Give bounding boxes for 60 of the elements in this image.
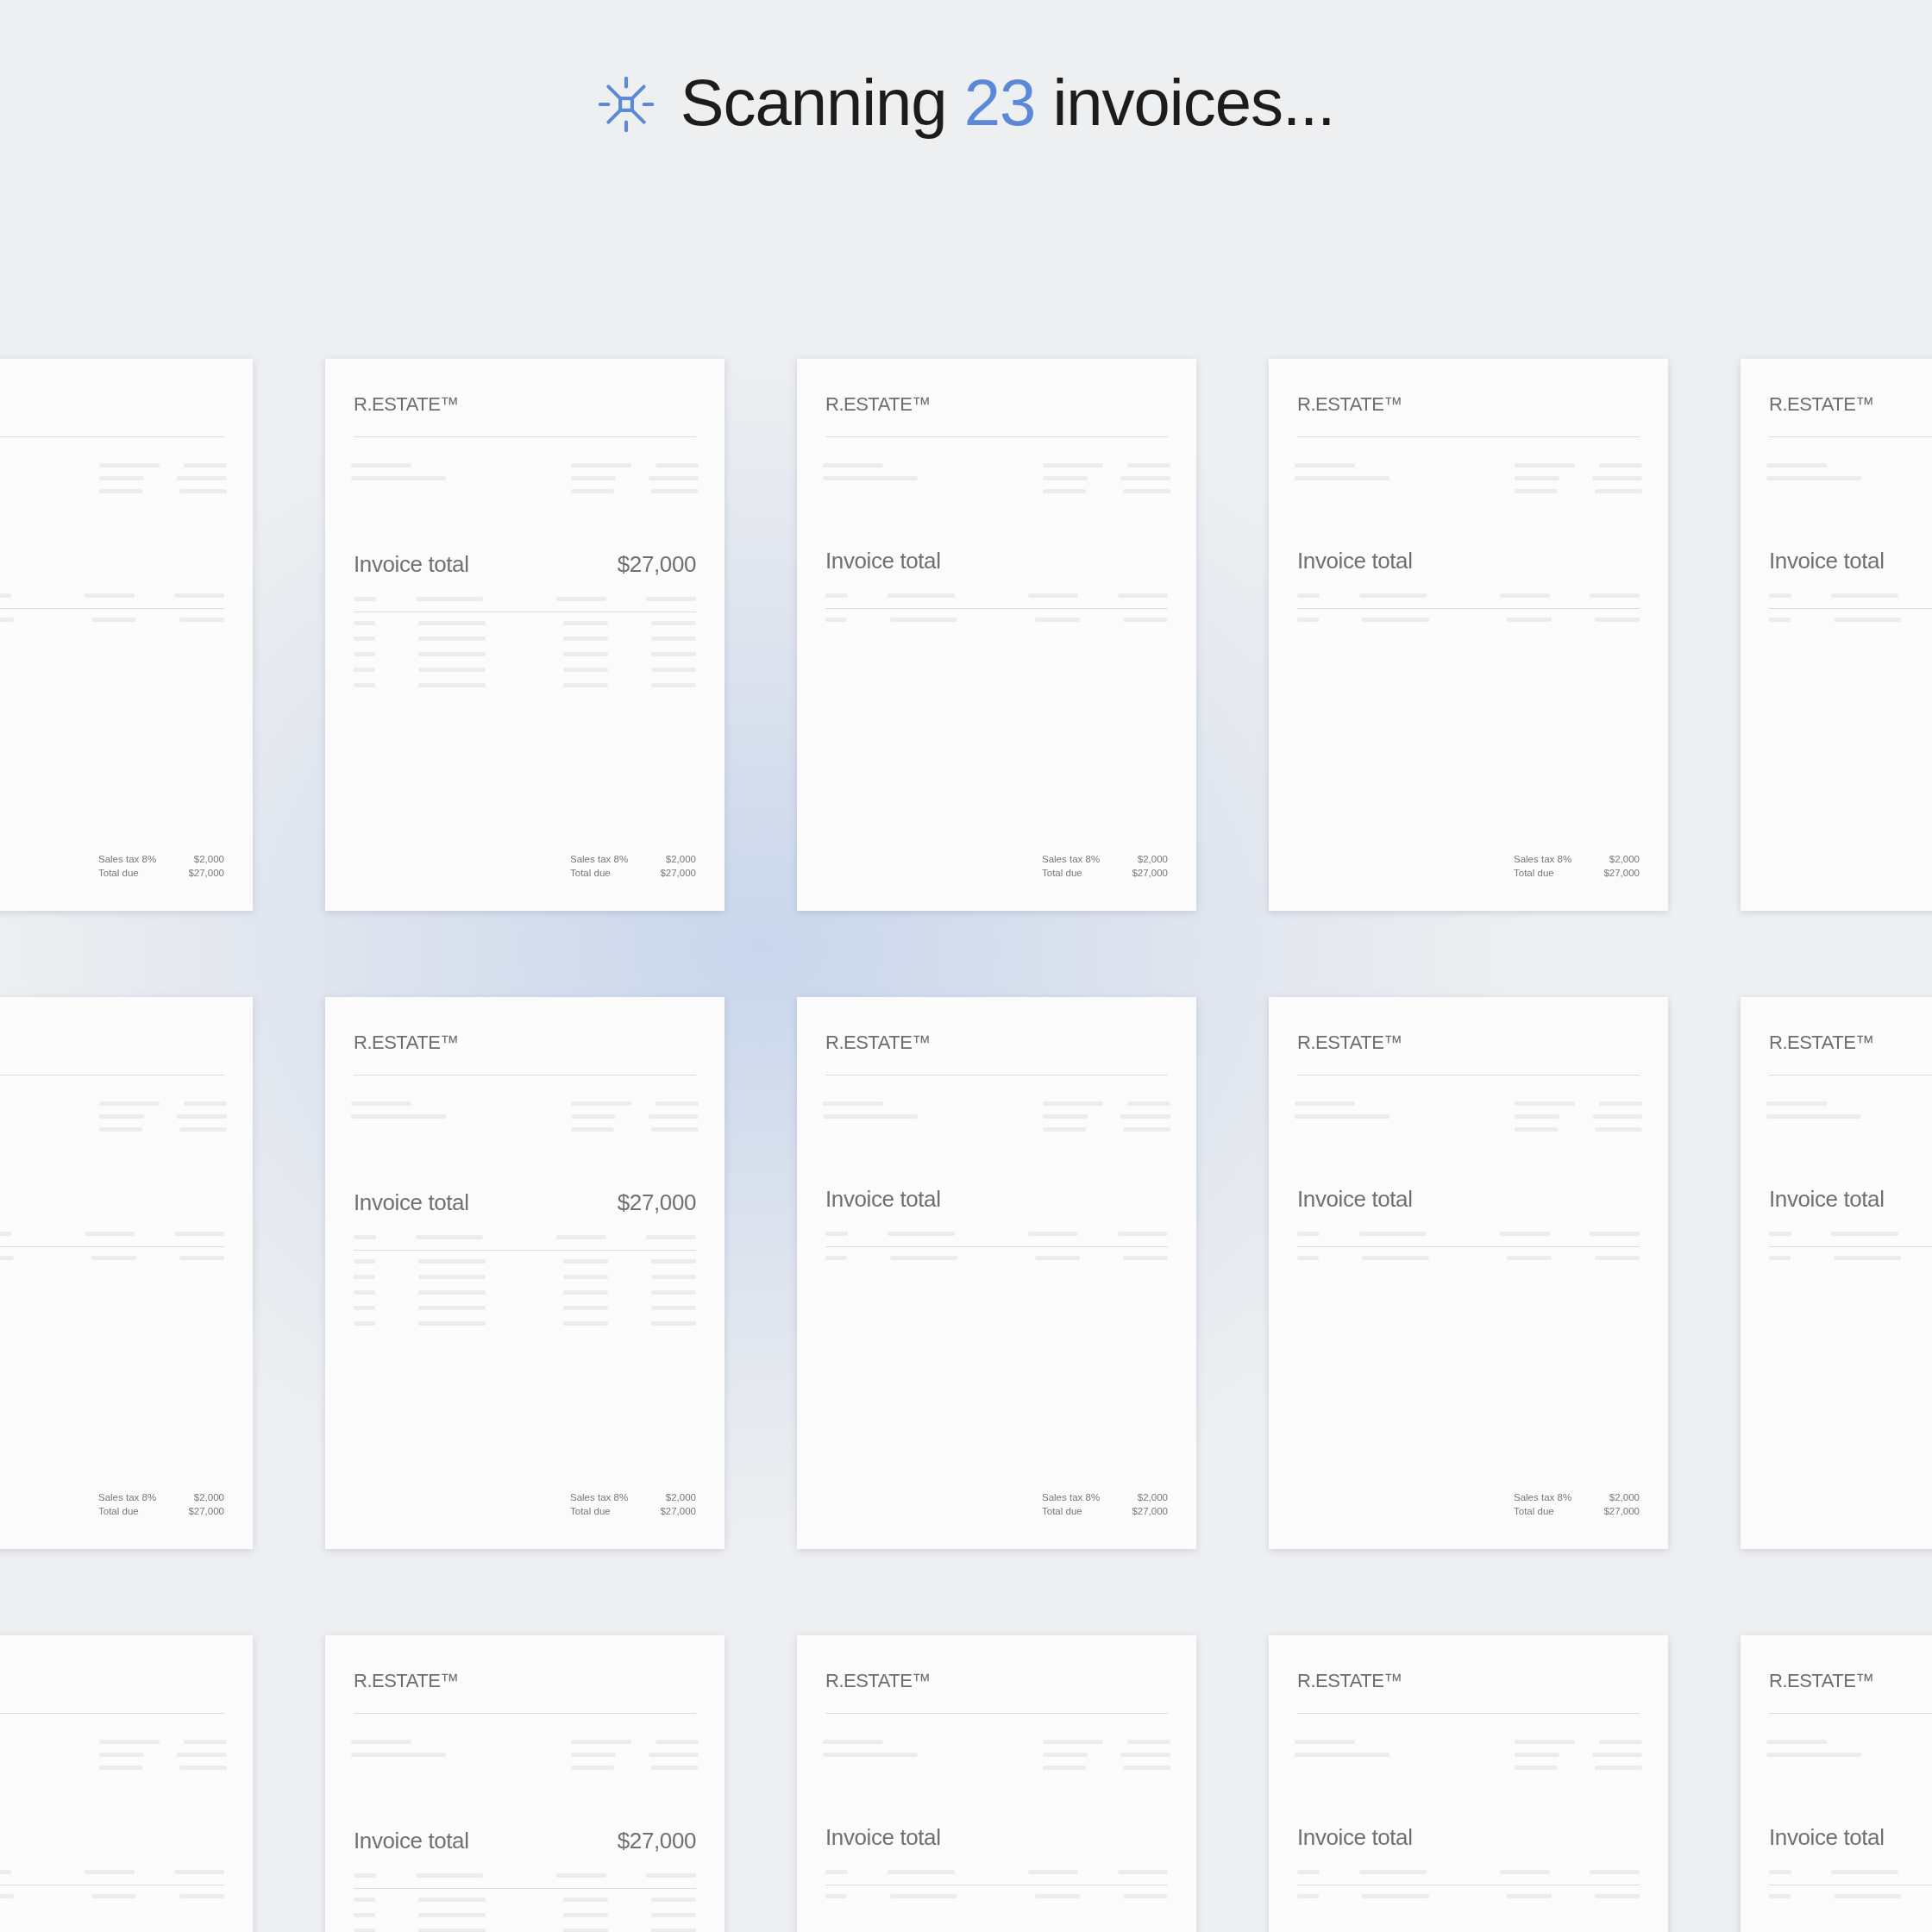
company-logo: R.ESTATE™ (1297, 393, 1402, 415)
total-line-label: Total due (570, 1506, 611, 1516)
total-line-label: Total due (570, 868, 611, 878)
invoice-total-label: Invoice total (825, 547, 941, 574)
total-line-label: Total due (98, 868, 139, 878)
total-line-label: Sales tax 8% (1042, 854, 1101, 864)
total-line-value: $2,000 (665, 854, 696, 864)
invoice-total-label: Invoice total (1769, 547, 1885, 574)
total-line-label: Sales tax 8% (98, 854, 157, 864)
invoice-total-label: Invoice total (1297, 1185, 1413, 1213)
company-logo: R.ESTATE™ (825, 393, 931, 415)
total-line-label: Sales tax 8% (1514, 854, 1572, 864)
total-line-value: $2,000 (1137, 854, 1168, 864)
total-line-value: $2,000 (193, 1492, 224, 1502)
company-logo: R.ESTATE™ (825, 1670, 931, 1691)
company-logo: R.ESTATE™ (354, 393, 459, 415)
total-line-value: $27,000 (1603, 868, 1640, 878)
total-line-label: Total due (98, 1506, 139, 1516)
invoice-total-label: Invoice total (1769, 1185, 1885, 1213)
invoice-total-label: Invoice total (1297, 1823, 1413, 1851)
total-line-value: $27,000 (660, 868, 696, 878)
total-line-value: $27,000 (1603, 1506, 1640, 1516)
total-line-value: $2,000 (193, 854, 224, 864)
company-logo: R.ESTATE™ (1297, 1032, 1402, 1053)
company-logo: R.ESTATE™ (1769, 393, 1874, 415)
invoice-total-label: Invoice total (354, 550, 469, 578)
invoice-total-label: Invoice total (354, 1827, 469, 1854)
total-line-label: Sales tax 8% (570, 1492, 629, 1502)
total-line-value: $2,000 (665, 1492, 696, 1502)
invoice-total-amount: $27,000 (617, 550, 696, 578)
company-logo: R.ESTATE™ (825, 1032, 931, 1053)
total-line-label: Total due (1514, 868, 1554, 878)
total-line-value: $2,000 (1137, 1492, 1168, 1502)
invoice-total-label: Invoice total (825, 1185, 941, 1213)
total-line-label: Sales tax 8% (1042, 1492, 1101, 1502)
total-line-label: Sales tax 8% (98, 1492, 157, 1502)
total-line-value: $2,000 (1609, 854, 1640, 864)
total-line-value: $27,000 (660, 1506, 696, 1516)
invoice-total-label: Invoice total (1297, 547, 1413, 574)
company-logo: R.ESTATE™ (1769, 1670, 1874, 1691)
total-line-label: Total due (1514, 1506, 1554, 1516)
total-line-label: Sales tax 8% (1514, 1492, 1572, 1502)
scan-icon (597, 76, 655, 133)
invoice-total-label: Invoice total (354, 1189, 469, 1216)
invoice-total-amount: $27,000 (617, 1189, 696, 1216)
total-line-value: $27,000 (1132, 868, 1168, 878)
total-line-value: $27,000 (188, 868, 224, 878)
total-line-label: Total due (1042, 1506, 1082, 1516)
total-line-value: $27,000 (1132, 1506, 1168, 1516)
company-logo: R.ESTATE™ (1297, 1670, 1402, 1691)
total-line-label: Total due (1042, 868, 1082, 878)
total-line-value: $2,000 (1609, 1492, 1640, 1502)
invoice-total-label: Invoice total (1769, 1823, 1885, 1851)
invoice-total-amount: $27,000 (617, 1827, 696, 1854)
company-logo: R.ESTATE™ (354, 1032, 459, 1053)
total-line-label: Sales tax 8% (570, 854, 629, 864)
company-logo: R.ESTATE™ (354, 1670, 459, 1691)
company-logo: R.ESTATE™ (1769, 1032, 1874, 1053)
invoice-total-label: Invoice total (825, 1823, 941, 1851)
total-line-value: $27,000 (188, 1506, 224, 1516)
